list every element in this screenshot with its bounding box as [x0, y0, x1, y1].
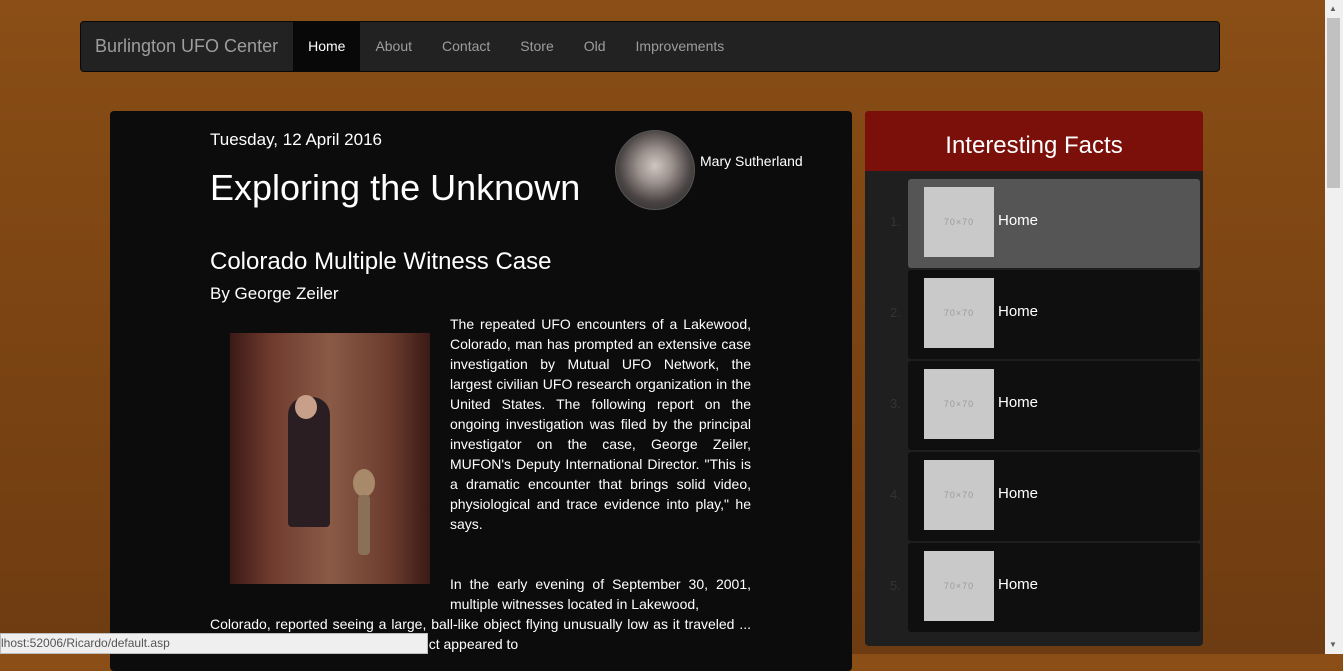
article-byline: By George Zeiler [210, 284, 339, 303]
fact-item-5[interactable]: 5. 70×70 Home [890, 543, 1200, 632]
photo-alien-body [358, 495, 370, 555]
nav-item-contact[interactable]: Contact [427, 22, 505, 71]
photo-man-head [295, 395, 317, 419]
nav-item-old[interactable]: Old [569, 22, 621, 71]
brand-link[interactable]: Burlington UFO Center [81, 22, 293, 71]
fact-number: 2. [890, 305, 901, 320]
article-date: Tuesday, 12 April 2016 [210, 130, 383, 149]
article-panel: Tuesday, 12 April 2016 Exploring the Unk… [110, 111, 852, 671]
navbar: Burlington UFO Center Home About Contact… [80, 21, 1220, 72]
page-scrollbar[interactable]: ▲ ▼ [1325, 0, 1343, 654]
fact-item-2[interactable]: 2. 70×70 Home [890, 270, 1200, 359]
article-title: Colorado Multiple Witness Case [210, 248, 552, 275]
fact-item-4[interactable]: 4. 70×70 Home [890, 452, 1200, 541]
nav-item-home[interactable]: Home [293, 22, 361, 71]
fact-item-1[interactable]: 1. 70×70 Home [890, 179, 1200, 268]
fact-label: Home [998, 394, 1039, 411]
nav-item-about[interactable]: About [360, 22, 427, 71]
nav-menu: Home About Contact Store Old Improvement… [293, 22, 739, 71]
sidebar-title: Interesting Facts [865, 111, 1203, 171]
fact-thumbnail: 70×70 [924, 278, 994, 348]
nav-item-improvements[interactable]: Improvements [621, 22, 740, 71]
status-bar-url: lhost:52006/Ricardo/default.asp [0, 633, 428, 654]
article-paragraph-2-start: In the early evening of September 30, 20… [450, 576, 751, 612]
fact-label: Home [998, 485, 1039, 502]
fact-label: Home [998, 576, 1039, 593]
fact-number: 3. [890, 396, 901, 411]
article-paragraph-1: The repeated UFO encounters of a Lakewoo… [450, 316, 751, 532]
fact-number: 5. [890, 578, 901, 593]
scroll-up-arrow-icon[interactable]: ▲ [1329, 4, 1337, 13]
fact-label: Home [998, 303, 1039, 320]
scrollbar-thumb[interactable] [1327, 18, 1340, 188]
fact-thumbnail: 70×70 [924, 551, 994, 621]
fact-thumbnail: 70×70 [924, 369, 994, 439]
fact-number: 4. [890, 487, 901, 502]
fact-number: 1. [890, 214, 901, 229]
fact-item-3[interactable]: 3. 70×70 Home [890, 361, 1200, 450]
author-avatar [615, 130, 695, 210]
scroll-down-arrow-icon[interactable]: ▼ [1329, 640, 1337, 649]
fact-thumbnail: 70×70 [924, 187, 994, 257]
article-photo [230, 333, 430, 584]
fact-thumbnail: 70×70 [924, 460, 994, 530]
author-name: Mary Sutherland [700, 153, 803, 169]
interesting-facts-panel: Interesting Facts 1. 70×70 Home 2. 70×70… [865, 111, 1203, 646]
nav-item-store[interactable]: Store [505, 22, 568, 71]
photo-alien-head [353, 469, 375, 497]
page-headline: Exploring the Unknown [210, 167, 581, 208]
fact-label: Home [998, 212, 1039, 229]
